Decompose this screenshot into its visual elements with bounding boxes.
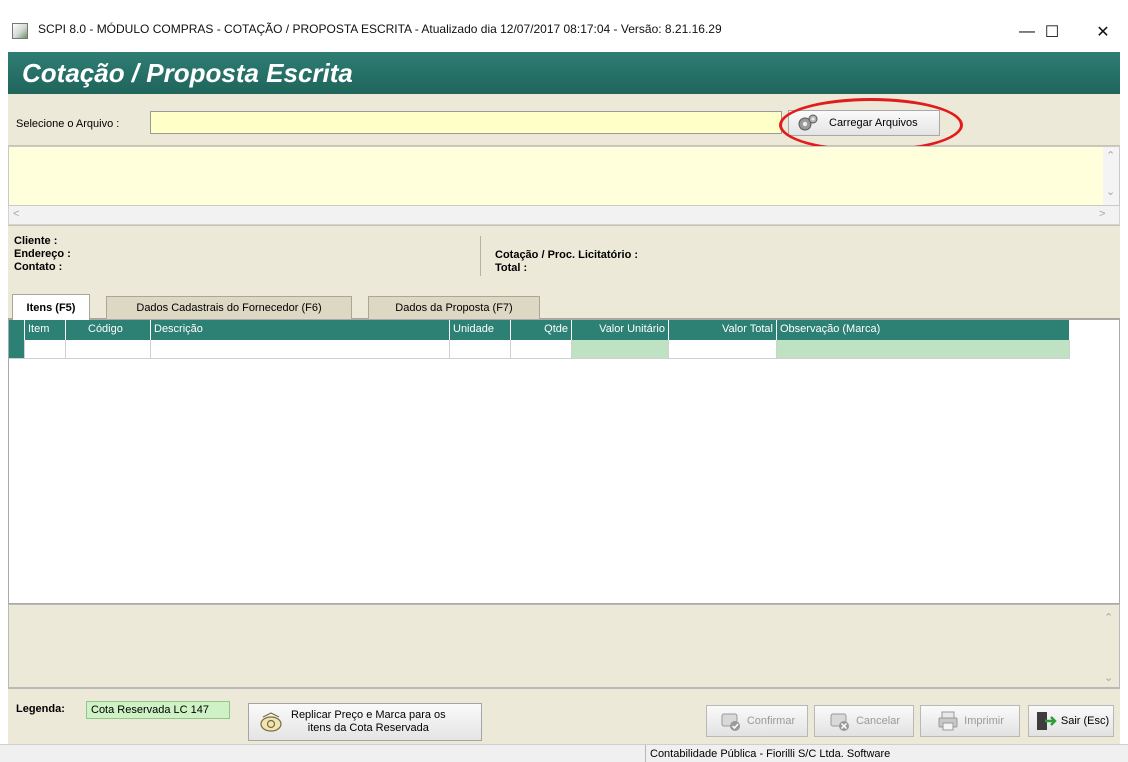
replicate-price-label: Replicar Preço e Marca para os itens da … — [291, 709, 446, 735]
cell-codigo[interactable] — [66, 340, 151, 359]
memo-vertical-scrollbar[interactable]: ⌃ ⌄ — [1103, 147, 1119, 205]
notes-panel[interactable]: ⌃ ⌄ — [8, 604, 1120, 688]
confirm-button[interactable]: Confirmar — [706, 705, 808, 737]
page-title: Cotação / Proposta Escrita — [22, 58, 353, 88]
cancel-label: Cancelar — [855, 715, 901, 727]
items-grid[interactable]: Item Código Descrição Unidade Qtde Valor… — [8, 319, 1120, 604]
tab-dados-cadastrais[interactable]: Dados Cadastrais do Fornecedor (F6) — [106, 296, 352, 319]
legend-badge: Cota Reservada LC 147 — [86, 701, 230, 719]
col-valor-unitario[interactable]: Valor Unitário — [572, 320, 669, 340]
status-text: Contabilidade Pública - Fiorilli S/C Ltd… — [650, 748, 891, 760]
print-label: Imprimir — [964, 715, 1004, 727]
confirm-label: Confirmar — [746, 715, 796, 727]
grid-header-indicator — [9, 320, 25, 340]
scroll-up-icon[interactable]: ⌃ — [1104, 611, 1113, 624]
cliente-label: Cliente : — [14, 235, 58, 247]
cell-observacao[interactable] — [777, 340, 1070, 359]
cancel-button[interactable]: Cancelar — [814, 705, 914, 737]
file-select-bar: Selecione o Arquivo : Carregar Arquivos — [8, 94, 1120, 152]
replicate-line-1: Replicar Preço e Marca para os — [291, 709, 446, 721]
status-bar: Contabilidade Pública - Fiorilli S/C Ltd… — [0, 744, 1128, 762]
col-item[interactable]: Item — [25, 320, 66, 340]
title-bar: SCPI 8.0 - MÓDULO COMPRAS - COTAÇÃO / PR… — [0, 0, 1128, 52]
exit-button[interactable]: Sair (Esc) — [1028, 705, 1114, 737]
file-path-input[interactable] — [150, 111, 782, 134]
replicate-line-2: itens da Cota Reservada — [307, 722, 429, 734]
tab-bar: Itens (F5) Dados Cadastrais do Fornecedo… — [8, 289, 1120, 320]
highlight-circle — [779, 98, 963, 152]
cell-item[interactable] — [25, 340, 66, 359]
legend-label: Legenda: — [16, 703, 65, 715]
page-header: Cotação / Proposta Escrita — [8, 52, 1120, 94]
col-valor-total[interactable]: Valor Total — [669, 320, 777, 340]
scroll-up-icon[interactable]: ⌃ — [1106, 149, 1115, 162]
maximize-icon[interactable]: ☐ — [1032, 14, 1072, 50]
col-descricao[interactable]: Descrição — [151, 320, 450, 340]
col-observacao[interactable]: Observação (Marca) — [777, 320, 1070, 340]
cancel-icon — [830, 713, 849, 731]
printer-icon — [938, 711, 958, 731]
cell-valor-unitario[interactable] — [572, 340, 669, 359]
confirm-icon — [721, 713, 740, 731]
cell-valor-total[interactable] — [669, 340, 777, 359]
status-divider — [645, 745, 646, 762]
col-codigo[interactable]: Código — [66, 320, 151, 340]
info-divider — [480, 236, 481, 276]
row-indicator — [9, 340, 25, 359]
exit-door-icon — [1036, 712, 1057, 730]
col-qtde[interactable]: Qtde — [511, 320, 572, 340]
cell-descricao[interactable] — [151, 340, 450, 359]
memo-horizontal-scrollbar[interactable]: < > — [8, 206, 1120, 225]
cotacao-label: Cotação / Proc. Licitatório : — [495, 249, 639, 261]
col-unidade[interactable]: Unidade — [450, 320, 511, 340]
print-button[interactable]: Imprimir — [920, 705, 1020, 737]
file-content-memo[interactable]: ⌃ ⌄ — [8, 146, 1120, 206]
close-icon[interactable]: ✕ — [1080, 14, 1126, 50]
window-title: SCPI 8.0 - MÓDULO COMPRAS - COTAÇÃO / PR… — [38, 22, 722, 36]
contato-label: Contato : — [14, 261, 63, 273]
endereco-label: Endereço : — [14, 248, 71, 260]
replicate-icon — [260, 712, 282, 732]
app-icon — [12, 23, 28, 39]
scroll-right-icon[interactable]: > — [1099, 208, 1105, 220]
file-select-label: Selecione o Arquivo : — [16, 118, 120, 130]
table-row[interactable] — [9, 340, 1070, 359]
scroll-left-icon[interactable]: < — [13, 208, 19, 220]
grid-header-row: Item Código Descrição Unidade Qtde Valor… — [9, 320, 1070, 340]
scroll-down-icon[interactable]: ⌄ — [1106, 185, 1115, 198]
scroll-down-icon[interactable]: ⌄ — [1104, 671, 1113, 684]
tab-itens[interactable]: Itens (F5) — [12, 294, 90, 320]
supplier-info-panel: Cliente : Endereço : Contato : Cotação /… — [8, 225, 1120, 289]
exit-label: Sair (Esc) — [1060, 715, 1110, 727]
cell-unidade[interactable] — [450, 340, 511, 359]
tab-dados-proposta[interactable]: Dados da Proposta (F7) — [368, 296, 540, 319]
footer-toolbar: Legenda: Cota Reservada LC 147 Replicar … — [8, 688, 1120, 744]
replicate-price-button[interactable]: Replicar Preço e Marca para os itens da … — [248, 703, 482, 741]
cell-qtde[interactable] — [511, 340, 572, 359]
total-label: Total : — [495, 262, 528, 274]
